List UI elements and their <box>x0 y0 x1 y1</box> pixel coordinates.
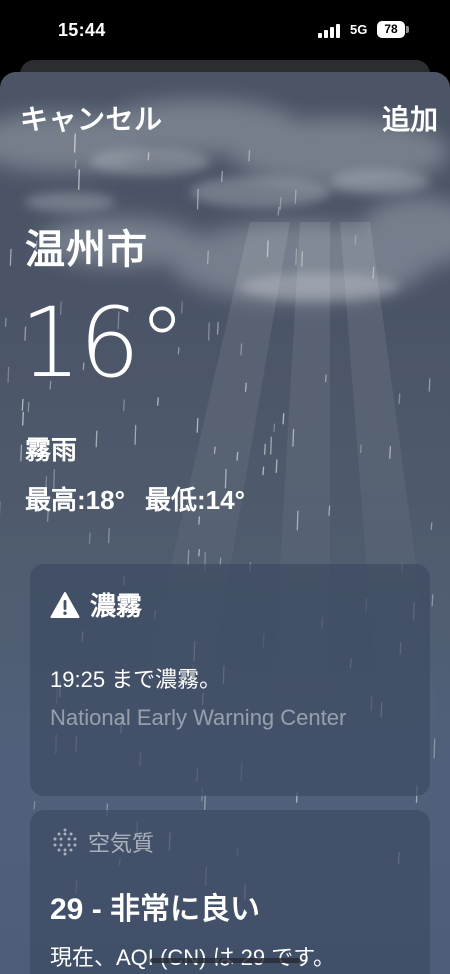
low-temperature: 最低:14° <box>144 485 245 515</box>
battery-level: 78 <box>377 21 405 38</box>
current-temperature: 16° <box>20 287 186 399</box>
air-quality-label: 空気質 <box>88 831 155 856</box>
network-label: 5G <box>350 22 368 37</box>
status-bar: 15:44 5G 78 <box>0 0 450 60</box>
signal-icon <box>318 24 342 38</box>
air-quality-header: 空気質 <box>52 826 154 858</box>
battery-icon: 78 <box>377 21 409 38</box>
air-quality-card[interactable]: 空気質 29 - 非常に良い 現在、AQI (CN) は 29 です。 <box>30 810 430 974</box>
status-time: 15:44 <box>58 20 106 40</box>
weather-preview-sheet: キャンセル 追加 温州市 16° 霧雨 最高:18° 最低:14° 濃霧 19:… <box>0 72 450 974</box>
warning-triangle-icon <box>50 591 80 618</box>
air-quality-dots-icon <box>53 828 77 856</box>
city-name: 温州市 <box>25 228 148 272</box>
warning-message: 19:25 まで濃霧。 <box>50 667 222 692</box>
air-quality-description: 現在、AQI (CN) は 29 です。 <box>50 945 336 970</box>
weather-condition: 霧雨 <box>25 435 78 465</box>
warning-source: National Early Warning Center <box>50 705 347 730</box>
cancel-button[interactable]: キャンセル <box>20 98 163 138</box>
warning-header: 濃霧 <box>50 586 142 623</box>
high-low-temperatures: 最高:18° 最低:14° <box>25 480 245 517</box>
air-quality-value: 29 - 非常に良い <box>50 893 261 926</box>
weather-warning-card[interactable]: 濃霧 19:25 まで濃霧。 National Early Warning Ce… <box>30 564 430 796</box>
high-temperature: 最高:18° <box>25 485 125 515</box>
add-button[interactable]: 追加 <box>382 98 438 138</box>
home-indicator[interactable] <box>150 958 300 963</box>
warning-title: 濃霧 <box>90 591 143 621</box>
